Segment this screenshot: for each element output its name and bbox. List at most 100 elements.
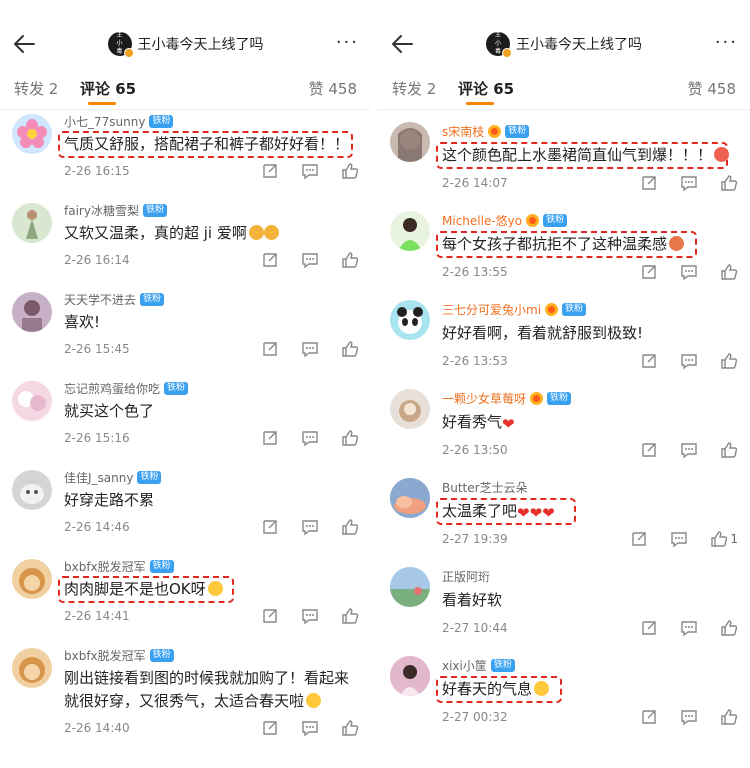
author-avatar: 王小毒 (486, 32, 512, 58)
comment-icon[interactable] (680, 352, 698, 370)
post-author[interactable]: 王小毒 王小毒今天上线了吗 (0, 30, 371, 58)
avatar[interactable] (390, 122, 430, 162)
avatar[interactable] (390, 478, 430, 518)
comment-icon[interactable] (680, 619, 698, 637)
like-icon[interactable] (720, 441, 738, 459)
avatar[interactable] (390, 567, 430, 607)
fan-badge: 铁粉 (149, 115, 174, 128)
tab-likes[interactable]: 赞 458 (309, 78, 357, 99)
username[interactable]: Butter芝士云朵 (442, 479, 528, 496)
share-icon[interactable] (261, 162, 279, 180)
comment-icon[interactable] (301, 340, 319, 358)
share-icon[interactable] (261, 340, 279, 358)
username[interactable]: bxbfx脱发冠军 (64, 558, 146, 575)
username[interactable]: 正版阿珩 (442, 568, 490, 585)
username[interactable]: Michelle-悠yo (442, 212, 522, 229)
avatar[interactable] (390, 300, 430, 340)
like-button[interactable]: 1 (710, 530, 738, 548)
tab-bar: 转发 2 评论 65 赞 458 (0, 64, 371, 110)
like-icon[interactable] (341, 607, 359, 625)
share-icon[interactable] (261, 607, 279, 625)
share-icon[interactable] (640, 174, 658, 192)
comment-icon[interactable] (301, 607, 319, 625)
like-icon[interactable] (720, 352, 738, 370)
comment-icon[interactable] (680, 441, 698, 459)
username[interactable]: 天天学不进去 (64, 291, 136, 308)
username[interactable]: s宋南枝 (442, 123, 484, 140)
username[interactable]: fairy冰糖雪梨 (64, 202, 139, 219)
more-icon[interactable]: ··· (336, 34, 359, 52)
share-icon[interactable] (640, 263, 658, 281)
like-icon[interactable] (341, 719, 359, 737)
avatar[interactable] (12, 203, 52, 243)
avatar[interactable] (12, 559, 52, 599)
comment-icon[interactable] (301, 251, 319, 269)
avatar[interactable] (390, 656, 430, 696)
like-icon[interactable] (341, 162, 359, 180)
comment-text: 好好看啊，看着就舒服到极致! (442, 324, 644, 342)
username[interactable]: 小七_77sunny (64, 113, 145, 130)
share-icon[interactable] (261, 719, 279, 737)
share-icon[interactable] (640, 708, 658, 726)
comment-actions (640, 619, 738, 637)
comment-actions (261, 340, 359, 358)
post-author[interactable]: 王小毒 王小毒今天上线了吗 (378, 30, 750, 58)
like-icon[interactable] (720, 174, 738, 192)
comment-actions (640, 352, 738, 370)
comment-time: 2-26 16:15 (64, 164, 130, 178)
avatar[interactable] (390, 389, 430, 429)
share-icon[interactable] (261, 429, 279, 447)
username[interactable]: 忘记煎鸡蛋给你吃 (64, 380, 160, 397)
more-icon[interactable]: ··· (715, 34, 738, 52)
comment-actions (261, 518, 359, 536)
comment-icon[interactable] (301, 162, 319, 180)
like-icon[interactable] (720, 708, 738, 726)
comment-text: 这个颜色配上水墨裙简直仙气到爆！！！ (442, 144, 730, 167)
like-icon[interactable] (341, 518, 359, 536)
tab-reposts[interactable]: 转发 2 (14, 78, 58, 99)
username-row: bxbfx脱发冠军 铁粉 (64, 647, 174, 664)
comment-icon[interactable] (680, 174, 698, 192)
comment-actions (261, 251, 359, 269)
comment-time: 2-26 13:55 (442, 265, 508, 279)
avatar[interactable] (12, 381, 52, 421)
like-icon[interactable] (720, 619, 738, 637)
avatar[interactable] (12, 470, 52, 510)
tab-likes[interactable]: 赞 458 (688, 78, 736, 99)
panel-divider (371, 0, 378, 768)
like-icon[interactable] (341, 340, 359, 358)
username[interactable]: xixi小筐 (442, 657, 487, 674)
avatar[interactable] (12, 292, 52, 332)
share-icon[interactable] (261, 251, 279, 269)
share-icon[interactable] (640, 352, 658, 370)
comment-text: 刚出链接看到图的时候我就加购了！看起来就很好穿，又很秀气，太适合春天啦 (64, 669, 350, 710)
avatar[interactable] (12, 648, 52, 688)
comment-icon[interactable] (301, 518, 319, 536)
comment-text: 看着好软 (442, 591, 503, 609)
comment-icon[interactable] (680, 263, 698, 281)
avatar[interactable] (390, 211, 430, 251)
username[interactable]: 一颗少女草莓呀 (442, 390, 526, 407)
comment-icon[interactable] (301, 429, 319, 447)
tab-comments[interactable]: 评论 65 (458, 78, 514, 99)
tab-reposts[interactable]: 转发 2 (392, 78, 436, 99)
fan-badge: 铁粉 (543, 214, 568, 227)
emoji-icon (306, 693, 322, 708)
comment-icon[interactable] (670, 530, 688, 548)
comment-icon[interactable] (301, 719, 319, 737)
username[interactable]: bxbfx脱发冠军 (64, 647, 146, 664)
fan-badge: 铁粉 (142, 204, 167, 217)
comment-icon[interactable] (680, 708, 698, 726)
username[interactable]: 佳佳J_sanny (64, 469, 133, 486)
username[interactable]: 三七分可爱兔小mi (442, 301, 541, 318)
avatar[interactable] (12, 114, 52, 154)
like-icon[interactable] (341, 251, 359, 269)
share-icon[interactable] (630, 530, 648, 548)
like-icon[interactable] (720, 263, 738, 281)
tab-comments[interactable]: 评论 65 (80, 78, 136, 99)
like-icon[interactable] (341, 429, 359, 447)
share-icon[interactable] (640, 619, 658, 637)
comment-time: 2-26 14:40 (64, 721, 130, 735)
share-icon[interactable] (261, 518, 279, 536)
share-icon[interactable] (640, 441, 658, 459)
